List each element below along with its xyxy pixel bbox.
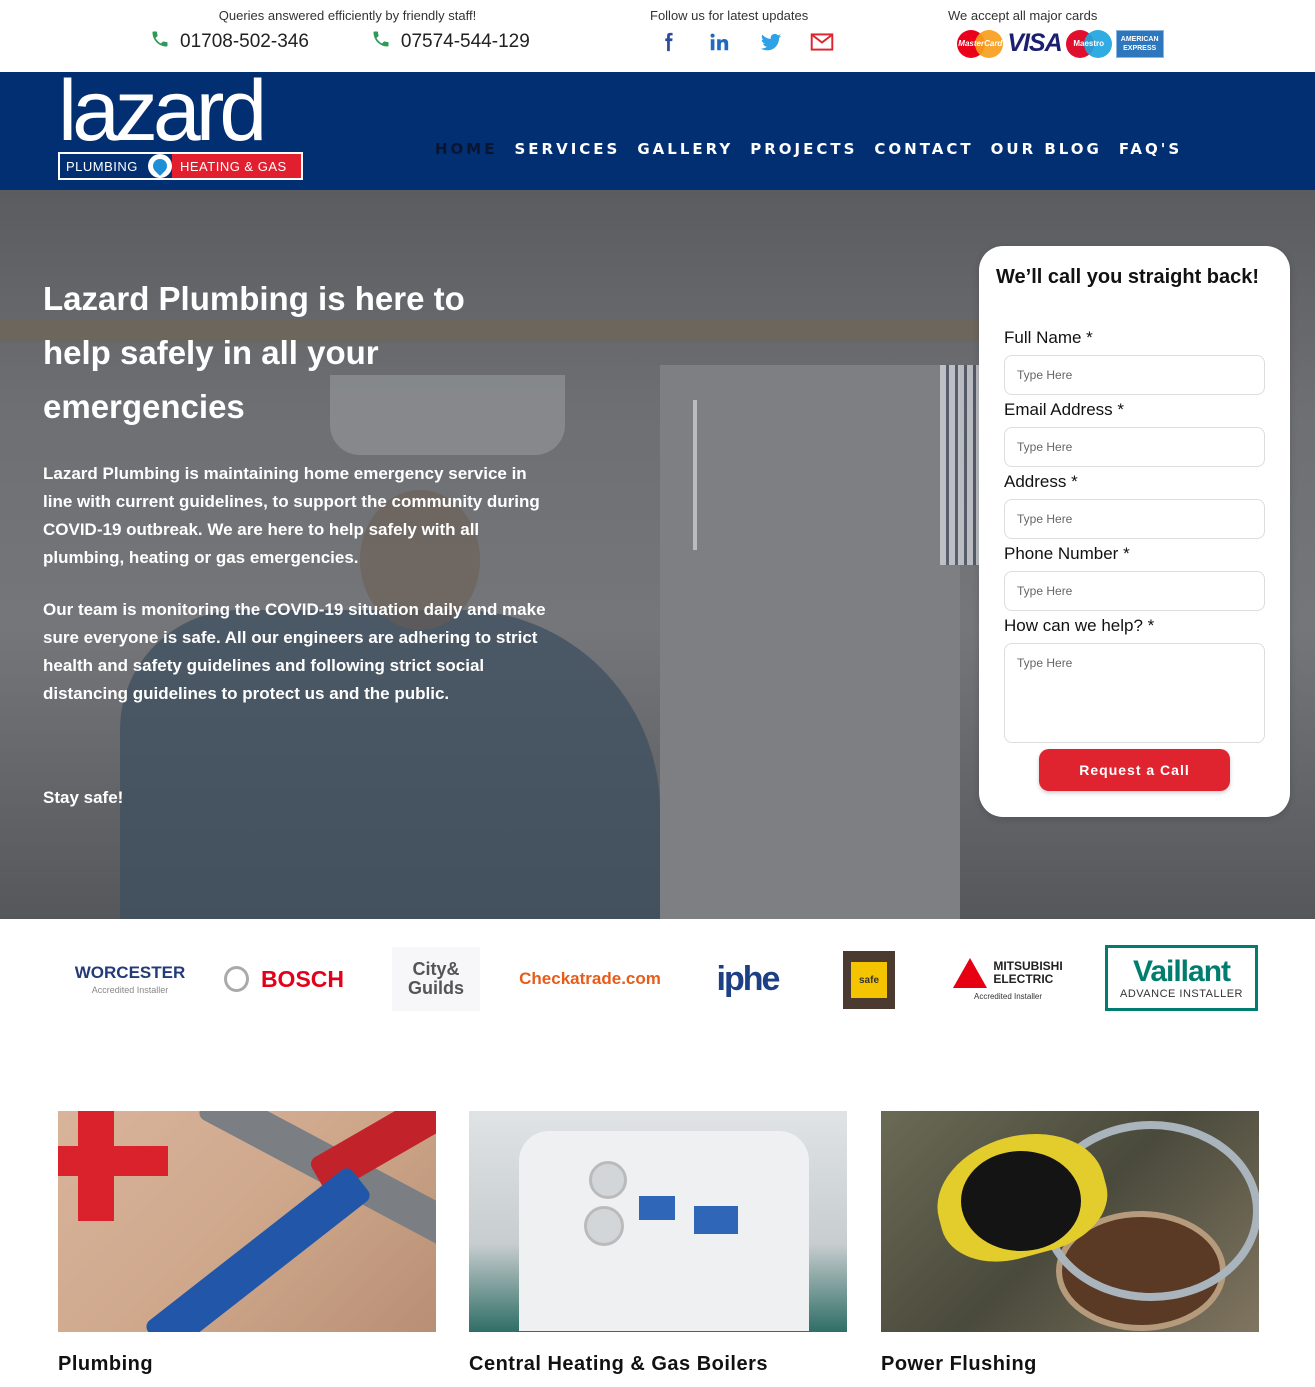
- iphe-logo: iphe: [716, 959, 781, 998]
- follow-caption: Follow us for latest updates: [650, 8, 809, 23]
- logo-strip: PLUMBING HEATING & GAS: [58, 152, 303, 180]
- nav-item-services[interactable]: SERVICES: [514, 140, 620, 158]
- boiler-image: [469, 1111, 847, 1332]
- mitsubishi-electric-logo: MITSUBISHI ELECTRIC Accredited Installer: [948, 947, 1068, 1011]
- checkatrade-logo: Checkatrade.com: [519, 969, 661, 988]
- email-icon[interactable]: [809, 29, 835, 55]
- full-name-label: Full Name *: [1004, 328, 1093, 347]
- logo-heating-text: HEATING & GAS: [172, 154, 301, 178]
- phone-icon: [150, 29, 170, 55]
- cards-block: We accept all major cards MasterCard VIS…: [948, 8, 1173, 58]
- callback-form-title: We’ll call you straight back!: [996, 266, 1260, 288]
- hero-title: Lazard Plumbing is here to help safely i…: [43, 280, 465, 425]
- twitter-icon[interactable]: [758, 29, 784, 55]
- service-card-central-heating[interactable]: Central Heating & Gas Boilers: [469, 1111, 847, 1376]
- power-flushing-image: [881, 1111, 1259, 1332]
- gas-safe-logo: safe: [843, 951, 895, 1009]
- nav-item-gallery[interactable]: GALLERY: [637, 140, 733, 158]
- service-card-power-flushing[interactable]: Power Flushing: [881, 1111, 1259, 1376]
- service-title: Plumbing: [58, 1353, 154, 1375]
- nav-menu: HOME SERVICES GALLERY PROJECTS CONTACT O…: [435, 140, 1182, 158]
- phone-number-1: 01708-502-346: [180, 31, 309, 52]
- phone-label: Phone Number *: [1004, 544, 1130, 563]
- plumbing-image: [58, 1111, 436, 1332]
- service-title: Power Flushing: [881, 1353, 1037, 1375]
- phone-icon: [371, 29, 391, 55]
- site-logo[interactable]: lazard PLUMBING HEATING & GAS: [58, 68, 303, 182]
- request-call-button[interactable]: Request a Call: [1039, 749, 1230, 791]
- main-navbar: lazard PLUMBING HEATING & GAS HOME SERVI…: [0, 68, 1315, 190]
- city-guilds-logo: City& Guilds: [392, 947, 480, 1011]
- nav-item-faqs[interactable]: FAQ'S: [1119, 140, 1182, 158]
- bosch-logo: BOSCH: [224, 947, 344, 1011]
- services-section: Plumbing Central Heating & Gas Boilers P…: [0, 1111, 1315, 1387]
- address-label: Address *: [1004, 472, 1078, 491]
- logo-wordmark: lazard: [58, 63, 267, 159]
- visa-logo: VISA: [1007, 29, 1062, 57]
- address-input[interactable]: Type Here: [1004, 499, 1265, 539]
- email-label: Email Address *: [1004, 400, 1124, 419]
- social-block: Follow us for latest updates: [650, 8, 840, 55]
- facebook-icon[interactable]: [655, 29, 681, 55]
- callback-form: We’ll call you straight back! Full Name …: [979, 246, 1290, 817]
- vaillant-logo: Vaillant ADVANCE INSTALLER: [1105, 945, 1258, 1011]
- hero-paragraph-1: Lazard Plumbing is maintaining home emer…: [43, 464, 540, 567]
- nav-item-projects[interactable]: PROJECTS: [750, 140, 857, 158]
- phone-link-1[interactable]: 01708-502-346: [150, 29, 309, 55]
- linkedin-icon[interactable]: [706, 29, 732, 55]
- hero-stay-safe: Stay safe!: [43, 788, 124, 807]
- service-title: Central Heating & Gas Boilers: [469, 1353, 769, 1375]
- nav-item-home[interactable]: HOME: [435, 140, 497, 158]
- mastercard-logo: MasterCard: [957, 29, 1004, 58]
- water-drop-icon: [148, 154, 172, 178]
- nav-item-our-blog[interactable]: OUR BLOG: [991, 140, 1102, 158]
- phone-input[interactable]: Type Here: [1004, 571, 1265, 611]
- email-input[interactable]: Type Here: [1004, 427, 1265, 467]
- help-label: How can we help? *: [1004, 616, 1155, 635]
- help-textarea[interactable]: Type Here: [1004, 643, 1265, 743]
- nav-item-contact[interactable]: CONTACT: [874, 140, 973, 158]
- phone-number-2: 07574-544-129: [400, 31, 530, 52]
- top-bar: Queries answered efficiently by friendly…: [0, 0, 1315, 72]
- cards-caption: We accept all major cards: [948, 8, 1098, 23]
- logo-plumbing-text: PLUMBING: [66, 158, 138, 174]
- phone-link-2[interactable]: 07574-544-129: [371, 29, 530, 55]
- accreditation-logos: WORCESTER Accredited Installer BOSCH Cit…: [0, 919, 1315, 1069]
- amex-logo: AMERICAN EXPRESS: [1115, 29, 1164, 58]
- service-card-plumbing[interactable]: Plumbing: [58, 1111, 436, 1376]
- maestro-logo: Maestro: [1065, 29, 1112, 58]
- phone-block: Queries answered efficiently by friendly…: [150, 8, 545, 55]
- hero-paragraph-2: Our team is monitoring the COVID-19 situ…: [43, 600, 546, 703]
- queries-caption: Queries answered efficiently by friendly…: [218, 8, 477, 23]
- full-name-input[interactable]: Type Here: [1004, 355, 1265, 395]
- worcester-logo: WORCESTER Accredited Installer: [74, 963, 186, 995]
